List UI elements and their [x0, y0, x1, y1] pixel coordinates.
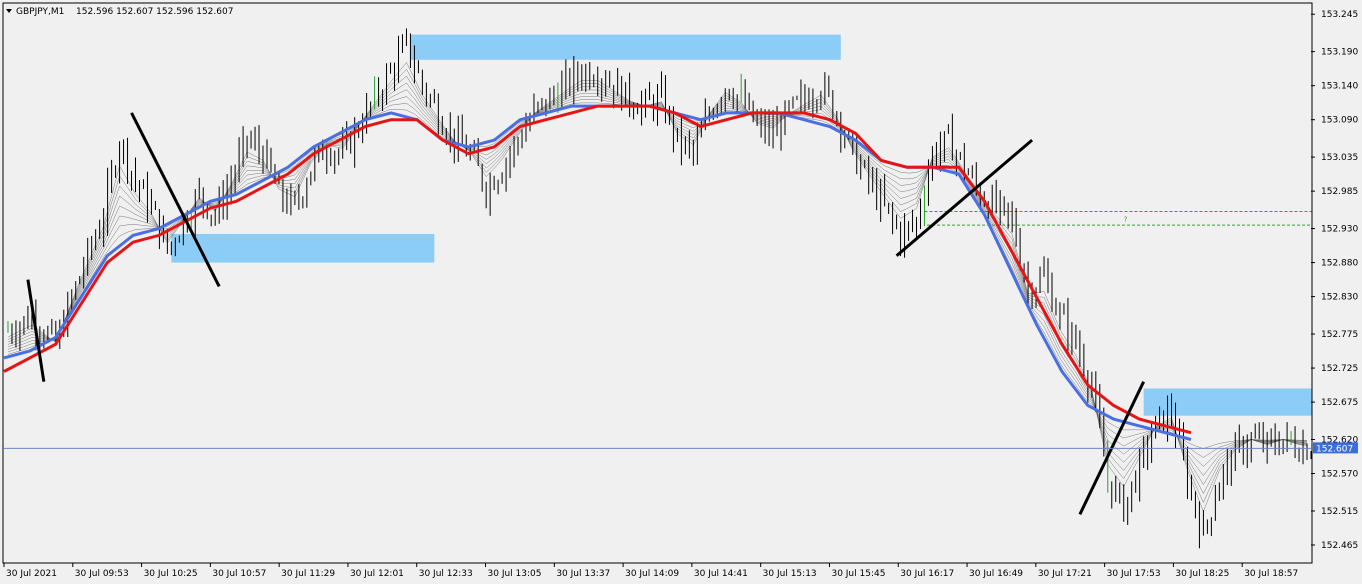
x-tick-label: 30 Jul 13:05	[488, 569, 542, 579]
x-tick-label: 30 Jul 18:57	[1244, 569, 1298, 579]
x-tick-label: 30 Jul 2021	[6, 569, 57, 579]
y-tick-label: 152.570	[1321, 470, 1358, 480]
y-tick-label: 153.190	[1321, 48, 1358, 58]
current-price-tag: 152.607	[1313, 442, 1358, 454]
y-tick-label: 152.830	[1321, 293, 1358, 303]
price-tag-text: 152.607	[1316, 444, 1353, 454]
x-tick-label: 30 Jul 09:53	[75, 569, 129, 579]
y-tick-label: 152.675	[1321, 398, 1358, 408]
x-tick-label: 30 Jul 16:17	[900, 569, 954, 579]
x-tick-label: 30 Jul 12:33	[419, 569, 473, 579]
x-tick-label: 30 Jul 15:45	[831, 569, 885, 579]
x-tick-label: 30 Jul 10:25	[144, 569, 198, 579]
x-tick-label: 30 Jul 15:13	[763, 569, 817, 579]
y-tick-label: 152.515	[1321, 507, 1358, 517]
y-tick-label: 152.930	[1321, 225, 1358, 235]
x-tick-label: 30 Jul 18:25	[1175, 569, 1229, 579]
y-tick-label: 153.035	[1321, 153, 1358, 163]
x-tick-label: 30 Jul 17:21	[1038, 569, 1092, 579]
x-tick-label: 30 Jul 16:49	[969, 569, 1023, 579]
y-tick-label: 153.090	[1321, 116, 1358, 126]
y-tick-label: 152.985	[1321, 187, 1358, 197]
chart-header: GBPJPY,M1 152.596 152.607 152.596 152.60…	[6, 7, 233, 17]
x-tick-label: 30 Jul 13:37	[556, 569, 610, 579]
x-tick-label: 30 Jul 10:57	[212, 569, 266, 579]
x-tick-label: 30 Jul 17:53	[1107, 569, 1161, 579]
y-tick-label: 152.880	[1321, 259, 1358, 269]
zone-1	[410, 34, 841, 60]
symbol-label: GBPJPY,M1	[16, 7, 64, 17]
x-tick-label: 30 Jul 12:01	[350, 569, 404, 579]
zone-3	[1143, 388, 1319, 416]
dashed-level-label: ?	[1124, 215, 1128, 223]
price-chart[interactable]: ? 153.245 153.190 153.140 153.090 153.035 152…	[0, 0, 1362, 584]
x-tick-label: 30 Jul 14:41	[694, 569, 748, 579]
ohlc-values: 152.596 152.607 152.596 152.607	[76, 7, 233, 17]
y-tick-label: 152.465	[1321, 541, 1358, 551]
y-tick-label: 152.775	[1321, 330, 1358, 340]
chart-background	[0, 0, 1362, 584]
y-tick-label: 153.245	[1321, 10, 1358, 20]
zone-2	[171, 234, 435, 263]
x-tick-label: 30 Jul 14:09	[625, 569, 679, 579]
y-tick-label: 152.725	[1321, 364, 1358, 374]
x-tick-label: 30 Jul 11:29	[281, 569, 335, 579]
y-tick-label: 153.140	[1321, 82, 1358, 92]
